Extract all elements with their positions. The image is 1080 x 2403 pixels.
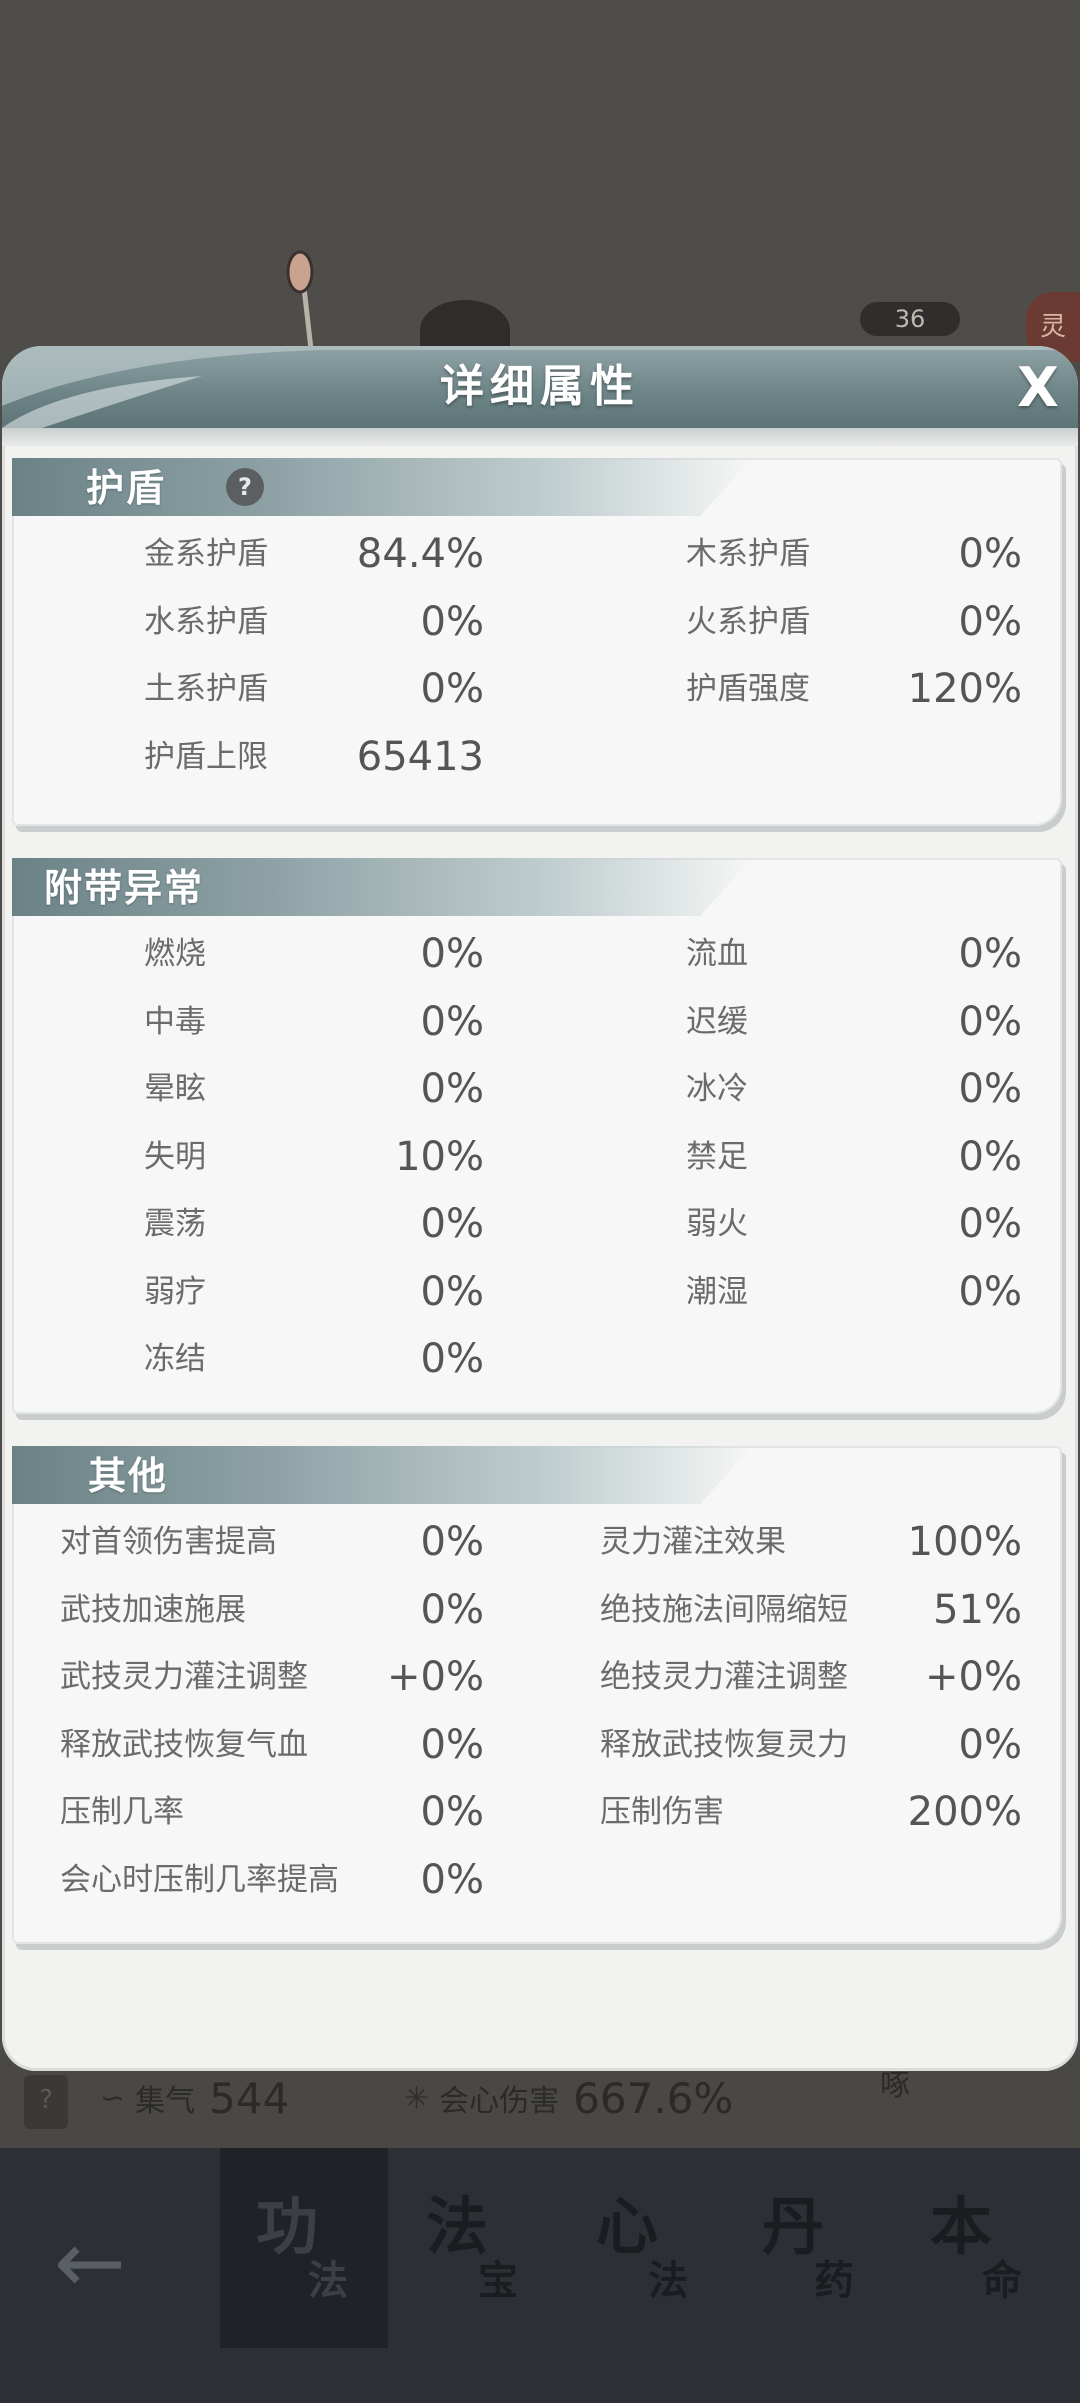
section-title-abnormal: 附带异常	[44, 866, 205, 910]
stat-value: 0%	[958, 1201, 1022, 1247]
section-other: 其他 对首领伤害提高 0% 武技加速施展 0% 武技灵力灌注调整 +0% 释放武技恢复气血 0…	[12, 1446, 1062, 1944]
swirl-icon: ∽	[100, 2080, 126, 2116]
stat-value: 0%	[420, 1856, 484, 1903]
sparkle-icon: ✳	[404, 2080, 430, 2116]
count-badge: 36	[860, 302, 960, 336]
stat-label: 禁足	[686, 1138, 748, 1175]
stat-crit-damage: ✳ 会心伤害 667.6%	[404, 2073, 734, 2123]
stat-row: 潮湿 0%	[12, 1262, 1062, 1322]
stat-value: 0%	[958, 598, 1022, 645]
stat-row: 灵力灌注效果 100%	[12, 1512, 1062, 1572]
tab-xinfa[interactable]: 心 法	[560, 2148, 728, 2348]
stat-charge: ∽ 集气 544	[100, 2073, 290, 2123]
stat-value: 0%	[958, 1066, 1022, 1112]
stat-label: 流血	[686, 936, 748, 972]
stat-row: 绝技灵力灌注调整 +0%	[12, 1647, 1062, 1707]
back-arrow-icon[interactable]: ←	[40, 2208, 140, 2318]
stat-label: 冰冷	[686, 1071, 748, 1107]
stat-row: 释放武技恢复灵力 0%	[12, 1715, 1062, 1775]
stat-label: 弱火	[686, 1206, 748, 1242]
tab-benming[interactable]: 本 命	[894, 2148, 1062, 2348]
stat-row: 火系护盾 0%	[12, 592, 1062, 652]
close-button[interactable]: X	[1010, 360, 1066, 416]
stat-label: 迟缓	[686, 1003, 748, 1040]
modal-title: 详细属性	[440, 361, 640, 412]
stat-label: 护盾上限	[144, 738, 268, 775]
stat-row: 冻结 0%	[12, 1329, 1062, 1389]
stat-label: 压制伤害	[600, 1794, 724, 1830]
section-shield: 护盾 ? 金系护盾 84.4% 水系护盾 0% 土系护盾 0% 护盾上限 65413 木系护盾 0…	[12, 458, 1062, 826]
stat-label: 释放武技恢复灵力	[600, 1726, 848, 1763]
stat-value: 0%	[958, 998, 1022, 1045]
tab-fabao[interactable]: 法 宝	[390, 2148, 558, 2348]
staff-decoration-icon	[286, 250, 315, 359]
stat-value: 0%	[420, 1336, 484, 1382]
detail-attributes-modal: 详细属性 X 护盾 ? 金系护盾 84.4% 水系护盾 0% 土系护盾 0% 护盾上限 654…	[2, 346, 1078, 2071]
stat-value: 200%	[907, 1789, 1022, 1835]
stat-value: +0%	[925, 1654, 1022, 1700]
tab-gongfa[interactable]: 功 法	[220, 2148, 388, 2348]
stat-row: 绝技施法间隔缩短 51%	[12, 1580, 1062, 1640]
modal-header: 详细属性 X	[2, 346, 1078, 428]
stat-label: 绝技灵力灌注调整	[600, 1659, 848, 1695]
stat-value: 51%	[933, 1586, 1022, 1633]
stat-label: 冻结	[144, 1341, 206, 1377]
stat-value: 0%	[958, 1268, 1022, 1315]
stat-row: 禁足 0%	[12, 1127, 1062, 1187]
help-icon[interactable]: ?	[226, 468, 264, 506]
stat-label: 木系护盾	[686, 536, 810, 572]
stat-row: 迟缓 0%	[12, 992, 1062, 1052]
stat-label: 灵力灌注效果	[600, 1524, 786, 1560]
bottom-nav: ← 功 法 法 宝 心 法 丹 药 本 命	[0, 2148, 1080, 2403]
stat-row: 压制伤害 200%	[12, 1782, 1062, 1842]
stat-row: 护盾上限 65413	[12, 727, 1062, 787]
stat-value: 0%	[958, 1133, 1022, 1180]
tab-danyao[interactable]: 丹 药	[726, 2148, 894, 2348]
section-title-other: 其他	[88, 1454, 169, 1498]
stat-row: 流血 0%	[12, 924, 1062, 984]
stat-value: 100%	[907, 1519, 1022, 1565]
stat-help-icon[interactable]: ?	[24, 2075, 68, 2129]
stat-label: 绝技施法间隔缩短	[600, 1591, 848, 1628]
stat-value: 65413	[356, 733, 484, 780]
stat-row: 弱火 0%	[12, 1194, 1062, 1254]
stat-value: 0%	[958, 531, 1022, 577]
stat-row: 木系护盾 0%	[12, 524, 1062, 584]
stat-value: 0%	[958, 931, 1022, 977]
stat-label: 潮湿	[686, 1273, 748, 1310]
header-divider	[2, 428, 1078, 446]
stat-label: 火系护盾	[686, 603, 810, 640]
section-abnormal: 附带异常 燃烧 0% 中毒 0% 晕眩 0% 失明 10% 震荡 0% 弱疗 0% 冻结 0% 流血 0% 迟缓…	[12, 858, 1062, 1414]
stat-row: 冰冷 0%	[12, 1059, 1062, 1119]
stat-value: 120%	[907, 666, 1022, 712]
stat-row: 会心时压制几率提高 0%	[12, 1850, 1062, 1910]
stat-label: 护盾强度	[686, 671, 810, 707]
stat-value: 0%	[958, 1721, 1022, 1768]
stat-row: 护盾强度 120%	[12, 659, 1062, 719]
section-title-shield: 护盾	[86, 466, 167, 510]
